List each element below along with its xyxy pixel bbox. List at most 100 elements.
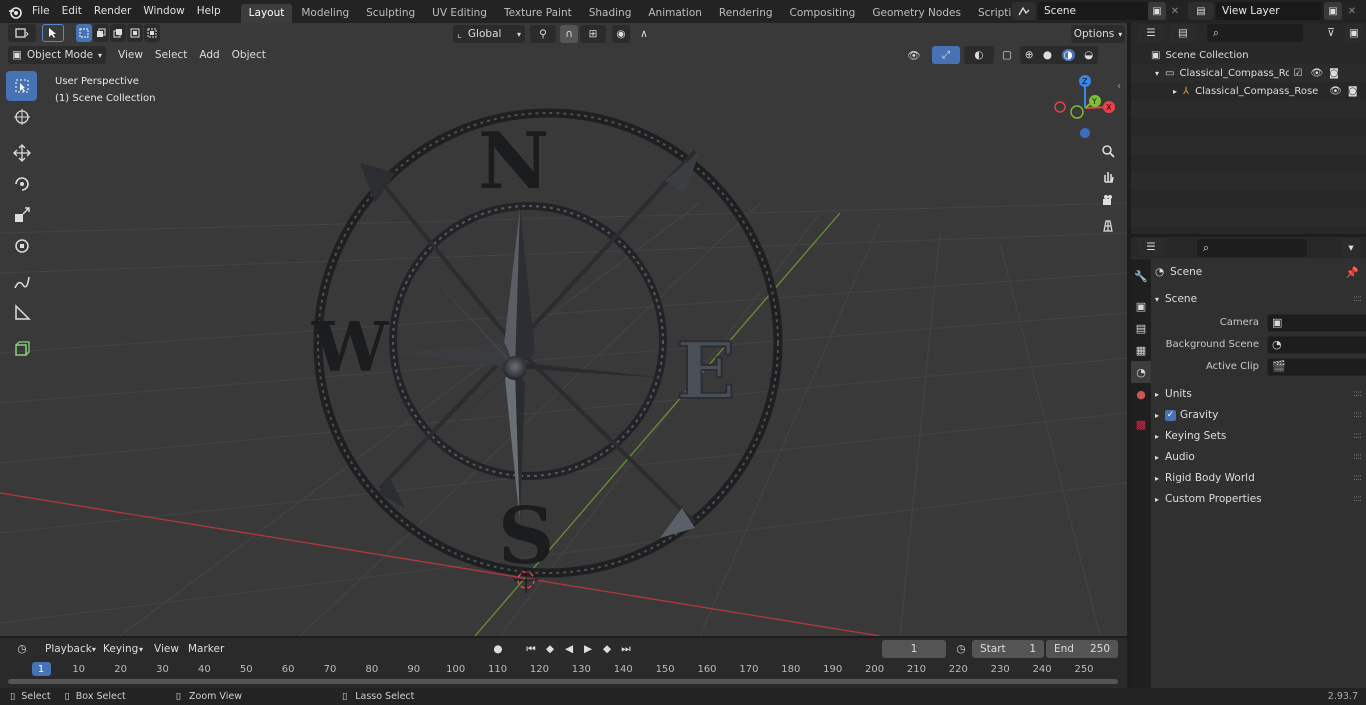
next-keyframe-icon[interactable]: ◆	[598, 640, 616, 658]
scene-panel-header[interactable]: ▾ Scene ::::	[1155, 289, 1365, 309]
camera-render-icon[interactable]: ◙	[1329, 68, 1339, 79]
pin-icon[interactable]: 📌	[1346, 266, 1359, 279]
menu-render[interactable]: Render	[88, 0, 137, 23]
output-tab-icon[interactable]: ▤	[1131, 317, 1151, 339]
background-scene-field[interactable]: ◔	[1267, 336, 1366, 354]
snap-target-icon[interactable]: ⊞	[580, 25, 606, 43]
new-scene-icon[interactable]: ▣	[1148, 2, 1166, 20]
menu-object[interactable]: Object	[226, 46, 272, 64]
world-tab-icon[interactable]: ●	[1131, 383, 1151, 405]
tab-layout[interactable]: Layout	[240, 4, 293, 23]
tab-sculpting[interactable]: Sculpting	[358, 4, 423, 23]
sidebar-toggle-icon[interactable]: ‹	[1117, 81, 1121, 92]
tool-tab-icon[interactable]: 🔧	[1131, 265, 1151, 287]
transform-orientation-select[interactable]: ⌞ Global ▾	[453, 25, 525, 43]
view-layer-tab-icon[interactable]: ▦	[1131, 339, 1151, 361]
options-button[interactable]: Options ▾	[1071, 25, 1125, 43]
tab-rendering[interactable]: Rendering	[711, 4, 781, 23]
rigid-body-world-panel-header[interactable]: ▸ Rigid Body World ::::	[1155, 468, 1365, 488]
view-layer-field[interactable]: View Layer	[1216, 2, 1322, 20]
menu-file[interactable]: File	[26, 0, 56, 23]
new-view-layer-icon[interactable]: ▣	[1324, 2, 1342, 20]
menu-add[interactable]: Add	[193, 46, 225, 64]
zoom-view-icon[interactable]	[1097, 140, 1119, 162]
menu-help[interactable]: Help	[191, 0, 227, 23]
falloff-icon[interactable]: ∧	[632, 25, 656, 43]
move-tool-icon[interactable]	[6, 138, 37, 168]
tab-animation[interactable]: Animation	[640, 4, 710, 23]
expand-chevron-icon[interactable]: ▾	[1155, 69, 1159, 78]
eye-icon[interactable]: 👁	[1329, 86, 1342, 97]
remove-view-layer-icon[interactable]: ✕	[1343, 2, 1361, 20]
navigation-gizmo[interactable]: X Y Z	[1050, 73, 1120, 143]
transform-tool-icon[interactable]	[6, 231, 37, 261]
select-extend-icon[interactable]	[93, 24, 109, 42]
drag-handle-icon[interactable]: ::::	[1353, 431, 1362, 441]
visibility-icon[interactable]: 👁	[900, 46, 928, 64]
tab-shading[interactable]: Shading	[581, 4, 640, 23]
play-reverse-icon[interactable]: ◀	[560, 640, 578, 658]
exclude-checkbox[interactable]: ☑	[1293, 68, 1302, 79]
gravity-panel-header[interactable]: ▸ ✓ Gravity ::::	[1155, 405, 1365, 425]
texture-tab-icon[interactable]: ▩	[1131, 413, 1151, 435]
proportional-edit-icon[interactable]: ◉	[612, 25, 630, 43]
select-intersect-icon[interactable]	[144, 24, 160, 42]
material-shading-icon[interactable]: ◑	[1061, 49, 1075, 61]
keying-menu[interactable]: Keying ▾	[98, 640, 146, 658]
scale-tool-icon[interactable]	[6, 200, 37, 230]
preview-range-icon[interactable]: ◷	[952, 640, 970, 658]
xray-toggle-icon[interactable]: ▢	[998, 46, 1016, 64]
drag-handle-icon[interactable]: ::::	[1353, 389, 1362, 399]
camera-render-icon[interactable]: ◙	[1348, 86, 1358, 97]
camera-field[interactable]: ▣ ✎	[1267, 314, 1366, 332]
tab-modeling[interactable]: Modeling	[293, 4, 357, 23]
timeline-editor-type-icon[interactable]: ◷	[8, 640, 36, 658]
compass-rose-model[interactable]: N S W E	[311, 108, 783, 582]
view-layer-icon[interactable]: ▤	[1188, 2, 1214, 20]
scene-name-field[interactable]: Scene	[1038, 2, 1148, 20]
blender-logo-icon[interactable]	[4, 0, 26, 23]
timeline-menu-view[interactable]: View	[148, 640, 185, 658]
record-button[interactable]: ●	[480, 640, 516, 658]
drag-handle-icon[interactable]: ::::	[1353, 452, 1362, 462]
play-icon[interactable]: ▶	[579, 640, 597, 658]
audio-panel-header[interactable]: ▸ Audio ::::	[1155, 447, 1365, 467]
outliner-row-scene-collection[interactable]: ▣ Scene Collection	[1131, 46, 1366, 64]
tab-uv-editing[interactable]: UV Editing	[424, 4, 495, 23]
overlay-toggle-icon[interactable]: ◐	[964, 46, 994, 64]
tab-compositing[interactable]: Compositing	[782, 4, 864, 23]
jump-end-icon[interactable]: ⏭	[617, 640, 635, 658]
pivot-point-icon[interactable]: ⚲	[530, 25, 556, 43]
gizmo-toggle-icon[interactable]: ⤢	[932, 46, 960, 64]
menu-window[interactable]: Window	[137, 0, 190, 23]
add-cube-tool-icon[interactable]	[6, 334, 37, 364]
drag-handle-icon[interactable]: ::::	[1353, 494, 1362, 504]
drag-handle-icon[interactable]: ::::	[1353, 294, 1362, 304]
expand-chevron-icon[interactable]: ▸	[1173, 87, 1177, 96]
outliner-row-collection[interactable]: ▾ ▭ Classical_Compass_Rose_Gol ☑ 👁 ◙	[1131, 64, 1366, 82]
gravity-checkbox[interactable]: ✓	[1165, 409, 1177, 421]
3d-viewport[interactable]: N S W E ⌞ Global ▾ ⚲ ∩ ⊞ ◉ ∧ Options ▾ ▣…	[0, 23, 1127, 636]
camera-view-icon[interactable]	[1097, 190, 1119, 212]
outliner-search-input[interactable]: ⌕	[1207, 24, 1303, 42]
outliner-row-object[interactable]: ▸ ⅄ Classical_Compass_Rose 👁 ◙	[1131, 82, 1366, 100]
measure-tool-icon[interactable]	[6, 298, 37, 328]
playback-menu[interactable]: Playback ▾	[40, 640, 96, 658]
timeline-scrollbar[interactable]	[8, 679, 1118, 684]
eye-icon[interactable]: 👁	[1310, 68, 1323, 79]
start-frame-field[interactable]: Start 1	[972, 640, 1044, 658]
current-frame-field[interactable]: 1	[882, 640, 946, 658]
mode-select[interactable]: ▣ Object Mode ▾	[8, 46, 106, 64]
timeline-menu-marker[interactable]: Marker	[182, 640, 230, 658]
keying-sets-panel-header[interactable]: ▸ Keying Sets ::::	[1155, 426, 1365, 446]
frame-ruler[interactable]: 1 10 20 30 40 50 60 70 80 90 100 110 120 130 140 150 160…	[0, 660, 1127, 678]
snap-toggle-icon[interactable]: ∩	[560, 25, 578, 43]
menu-edit[interactable]: Edit	[56, 0, 88, 23]
scene-type-icon[interactable]	[1012, 2, 1036, 20]
tab-geometry-nodes[interactable]: Geometry Nodes	[864, 4, 969, 23]
jump-start-icon[interactable]: ⏮	[522, 640, 540, 658]
properties-options-icon[interactable]: ▾	[1341, 239, 1361, 257]
pan-view-icon[interactable]	[1097, 165, 1119, 187]
menu-view[interactable]: View	[112, 46, 149, 64]
units-panel-header[interactable]: ▸ Units ::::	[1155, 384, 1365, 404]
